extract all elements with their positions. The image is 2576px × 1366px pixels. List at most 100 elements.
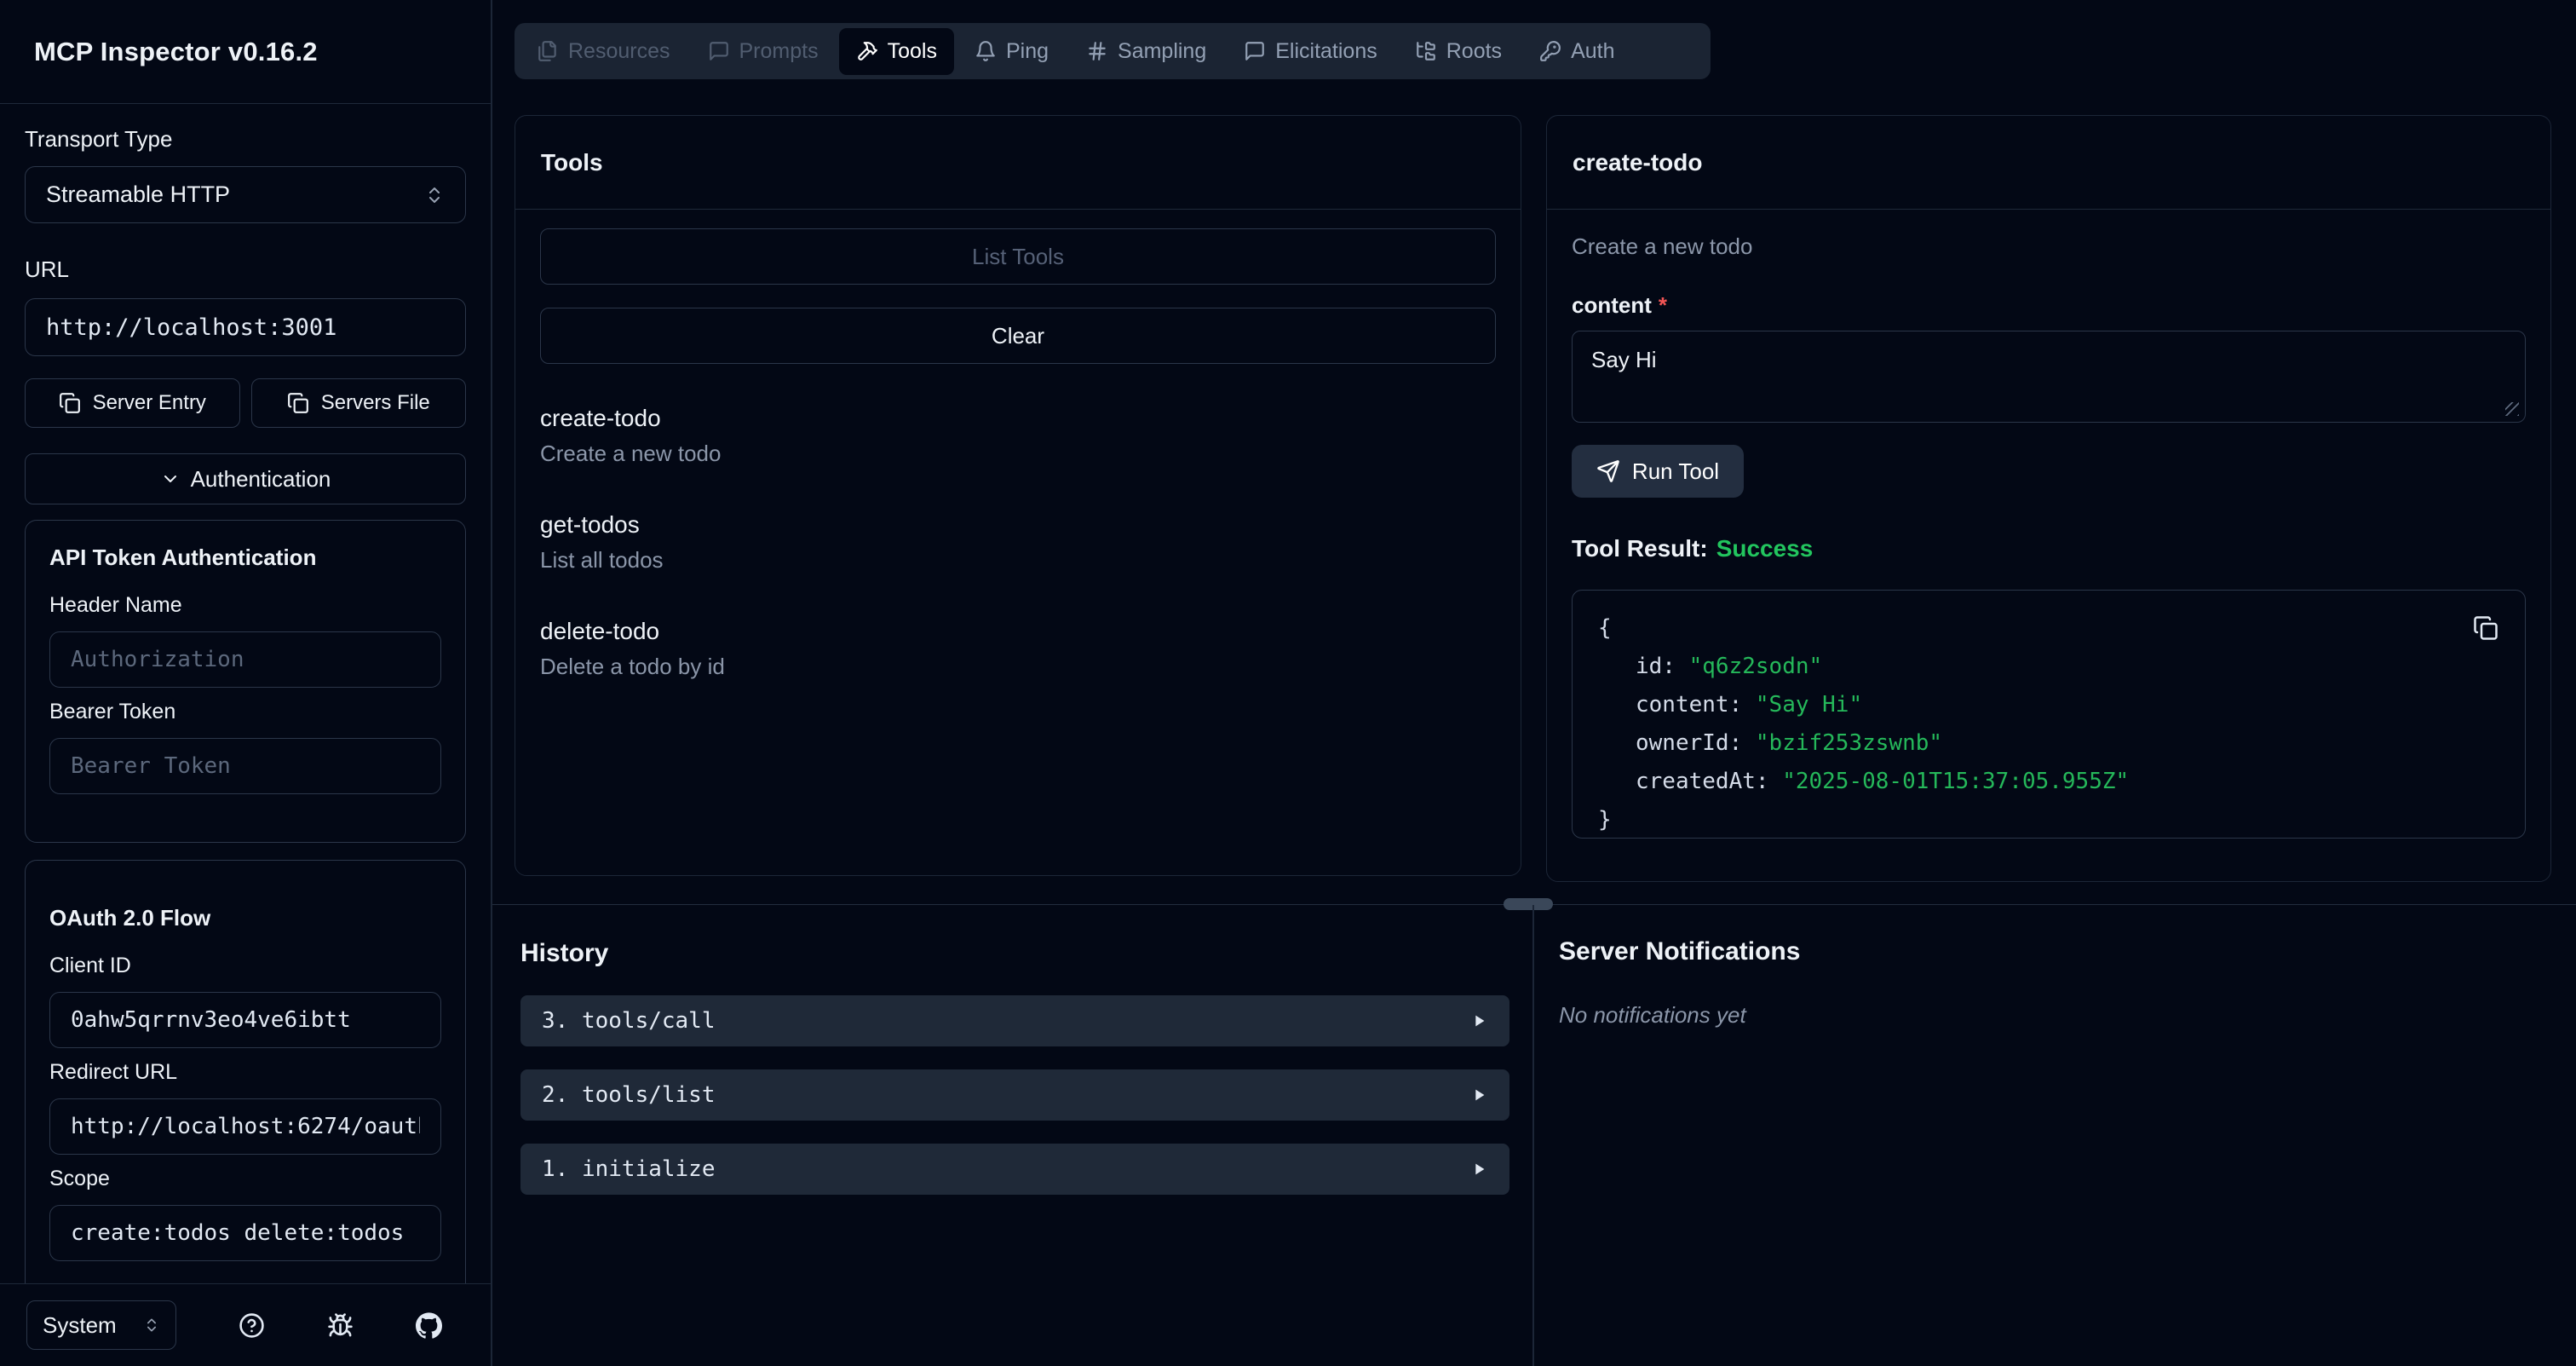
tool-description: Create a new todo <box>540 441 1496 467</box>
tab-label: Roots <box>1446 39 1502 64</box>
history-row-label: 3. tools/call <box>542 1008 716 1034</box>
redirect-url-label: Redirect URL <box>49 1060 441 1085</box>
copy-icon <box>59 392 81 414</box>
client-id-label: Client ID <box>49 954 441 978</box>
tools-panel: Tools List Tools Clear create-todo Creat… <box>515 115 1521 876</box>
content-textarea[interactable]: Say Hi <box>1572 331 2526 423</box>
chevron-down-icon <box>160 469 181 489</box>
play-triangle-icon <box>1469 1012 1488 1030</box>
tab-prompts[interactable]: Prompts <box>691 28 836 75</box>
tab-roots[interactable]: Roots <box>1398 28 1519 75</box>
history-row-label: 2. tools/list <box>542 1082 716 1108</box>
json-value: "bzif253zswnb" <box>1756 730 1942 756</box>
tab-label: Auth <box>1571 39 1614 64</box>
tool-result-line: Tool Result: Success <box>1572 535 2526 562</box>
server-entry-label: Server Entry <box>93 391 206 415</box>
main-tab-bar: Resources Prompts Tools Ping Sampling El… <box>515 23 1711 79</box>
header-name-label: Header Name <box>49 593 441 618</box>
json-close-brace: } <box>1598 801 2499 839</box>
tab-label: Elicitations <box>1275 39 1377 64</box>
history-panel: History 3. tools/call 2. tools/list 1. i… <box>492 905 1534 1366</box>
sidebar-header: MCP Inspector v0.16.2 <box>0 0 491 104</box>
url-input[interactable] <box>25 298 466 356</box>
run-tool-button[interactable]: Run Tool <box>1572 445 1744 498</box>
tool-run-title: create-todo <box>1573 149 1702 176</box>
bearer-token-label: Bearer Token <box>49 700 441 724</box>
json-entry-id: id: "q6z2sodn" <box>1598 648 2499 686</box>
tab-ping[interactable]: Ping <box>957 28 1066 75</box>
tool-run-header: create-todo <box>1547 116 2550 210</box>
tools-panel-header: Tools <box>515 116 1521 210</box>
json-key: content: <box>1636 692 1756 718</box>
content-field-label: content* <box>1572 292 2526 319</box>
server-notifications-empty: No notifications yet <box>1559 1002 2576 1029</box>
bearer-token-input[interactable] <box>49 738 441 794</box>
bell-icon <box>975 40 997 62</box>
tab-auth[interactable]: Auth <box>1522 28 1631 75</box>
history-row-initialize[interactable]: 1. initialize <box>520 1144 1509 1195</box>
servers-file-button[interactable]: Servers File <box>251 378 467 428</box>
history-title: History <box>520 939 1509 968</box>
tool-description: Delete a todo by id <box>540 654 1496 680</box>
help-button[interactable] <box>231 1305 272 1346</box>
server-entry-button[interactable]: Server Entry <box>25 378 240 428</box>
tool-name: get-todos <box>540 511 1496 539</box>
help-circle-icon <box>239 1312 265 1339</box>
json-key: ownerId: <box>1636 730 1756 756</box>
tool-result-label: Tool Result: <box>1572 535 1708 562</box>
json-entry-createdat: createdAt: "2025-08-01T15:37:05.955Z" <box>1598 763 2499 801</box>
required-asterisk: * <box>1659 292 1667 318</box>
history-row-tools-list[interactable]: 2. tools/list <box>520 1069 1509 1121</box>
json-key: id: <box>1636 654 1689 679</box>
tool-description: List all todos <box>540 547 1496 573</box>
api-token-card: API Token Authentication Header Name Bea… <box>25 520 466 843</box>
tools-panel-body: List Tools Clear create-todo Create a ne… <box>515 210 1521 680</box>
hash-icon <box>1086 40 1108 62</box>
message-square-icon <box>1244 40 1266 62</box>
clear-tools-button[interactable]: Clear <box>540 308 1496 364</box>
theme-select[interactable]: System <box>26 1300 176 1350</box>
tool-result-status: Success <box>1716 535 1814 562</box>
folder-tree-icon <box>1415 40 1437 62</box>
authentication-toggle[interactable]: Authentication <box>25 453 466 504</box>
tab-tools[interactable]: Tools <box>839 28 954 75</box>
history-row-tools-call[interactable]: 3. tools/call <box>520 995 1509 1046</box>
json-entry-ownerid: ownerId: "bzif253zswnb" <box>1598 724 2499 763</box>
servers-file-label: Servers File <box>321 391 430 415</box>
theme-value: System <box>43 1312 117 1339</box>
scope-input[interactable] <box>49 1205 441 1261</box>
bug-report-button[interactable] <box>319 1305 360 1346</box>
list-tools-button[interactable]: List Tools <box>540 228 1496 285</box>
copy-result-button[interactable] <box>2467 609 2504 647</box>
hammer-icon <box>856 40 878 62</box>
textarea-resize-handle[interactable] <box>2505 402 2519 416</box>
files-icon <box>537 40 559 62</box>
chevrons-up-down-icon <box>143 1317 160 1334</box>
tool-list-item-delete-todo[interactable]: delete-todo Delete a todo by id <box>540 618 1496 680</box>
sidebar: MCP Inspector v0.16.2 Transport Type Str… <box>0 0 492 1366</box>
send-icon <box>1596 459 1620 483</box>
copy-icon <box>2473 615 2498 641</box>
sidebar-body: Transport Type Streamable HTTP URL Serve… <box>0 105 491 1283</box>
tab-resources[interactable]: Resources <box>520 28 687 75</box>
tool-run-panel: create-todo Create a new todo content* S… <box>1546 115 2551 882</box>
play-triangle-icon <box>1469 1086 1488 1104</box>
tool-result-json: { id: "q6z2sodn" content: "Say Hi" owner… <box>1572 590 2526 839</box>
tab-elicitations[interactable]: Elicitations <box>1227 28 1394 75</box>
redirect-url-input[interactable] <box>49 1098 441 1155</box>
github-button[interactable] <box>408 1305 449 1346</box>
tool-run-description: Create a new todo <box>1572 233 2526 260</box>
key-icon <box>1539 40 1561 62</box>
tool-list-item-create-todo[interactable]: create-todo Create a new todo <box>540 405 1496 467</box>
server-notifications-panel: Server Notifications No notifications ye… <box>1534 905 2576 1366</box>
transport-type-select[interactable]: Streamable HTTP <box>25 166 466 223</box>
copy-icon <box>287 392 309 414</box>
sidebar-footer: System <box>0 1283 491 1366</box>
scope-label: Scope <box>49 1167 441 1191</box>
tab-sampling[interactable]: Sampling <box>1069 28 1223 75</box>
header-name-input[interactable] <box>49 631 441 688</box>
client-id-input[interactable] <box>49 992 441 1048</box>
tool-list-item-get-todos[interactable]: get-todos List all todos <box>540 511 1496 573</box>
url-label: URL <box>25 256 466 283</box>
json-value: "q6z2sodn" <box>1689 654 1823 679</box>
